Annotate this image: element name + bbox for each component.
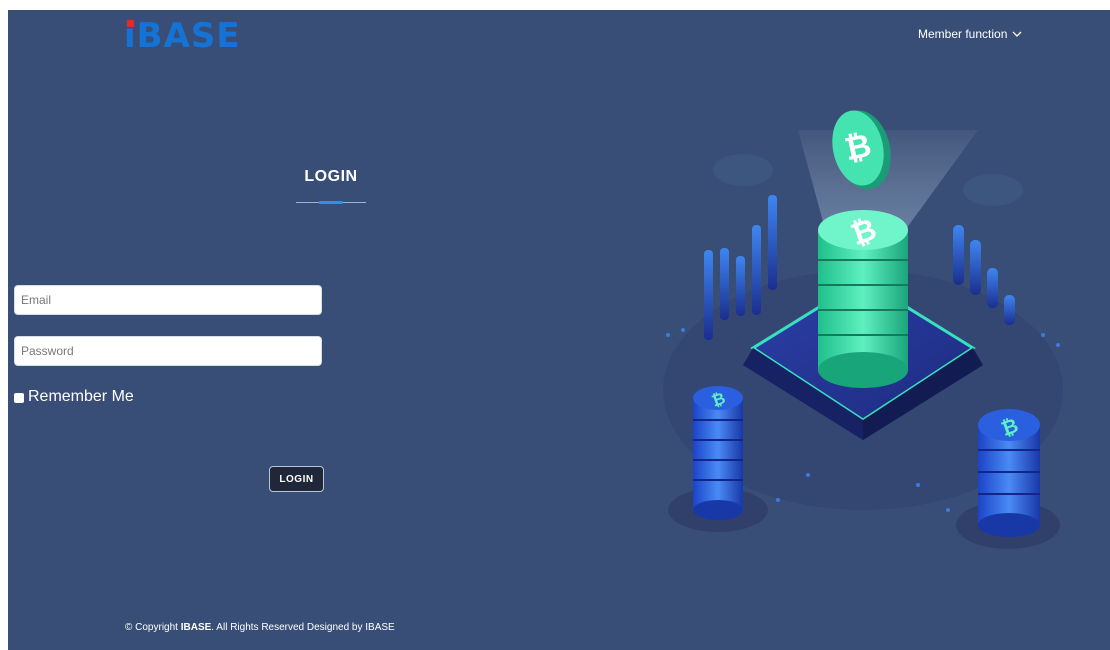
- footer-brand: IBASE: [180, 622, 212, 633]
- footer-prefix: © Copyright: [125, 622, 181, 633]
- faint-coin-left: [713, 154, 773, 186]
- copyright-footer: © Copyright IBASE. All Rights Reserved D…: [125, 622, 395, 633]
- chevron-down-icon: [1012, 31, 1022, 37]
- login-title: LOGIN: [304, 168, 358, 185]
- remember-me-option[interactable]: Remember Me: [14, 388, 134, 406]
- page-background: iBASE Member function LOGIN Remember Me …: [8, 10, 1110, 650]
- remember-me-checkbox[interactable]: [14, 393, 24, 403]
- crypto-illustration: ₿ ₿ ₿ ₿: [663, 110, 1063, 549]
- footer-suffix: . All Rights Reserved Designed by IBASE: [211, 622, 395, 633]
- ibase-logo[interactable]: iBASE: [124, 16, 240, 56]
- central-coin-stack: ₿: [818, 210, 908, 388]
- password-input[interactable]: [14, 336, 322, 366]
- logo-text: iBASE: [124, 16, 241, 56]
- member-function-label: Member function: [918, 27, 1008, 41]
- member-function-menu[interactable]: Member function: [918, 27, 1023, 41]
- remember-me-label: Remember Me: [28, 388, 134, 405]
- logo-red-dot: [127, 20, 134, 27]
- email-input[interactable]: [14, 285, 322, 315]
- faint-coin-right: [963, 174, 1023, 206]
- login-button[interactable]: LOGIN: [269, 466, 324, 492]
- title-underline-accent: [319, 201, 343, 204]
